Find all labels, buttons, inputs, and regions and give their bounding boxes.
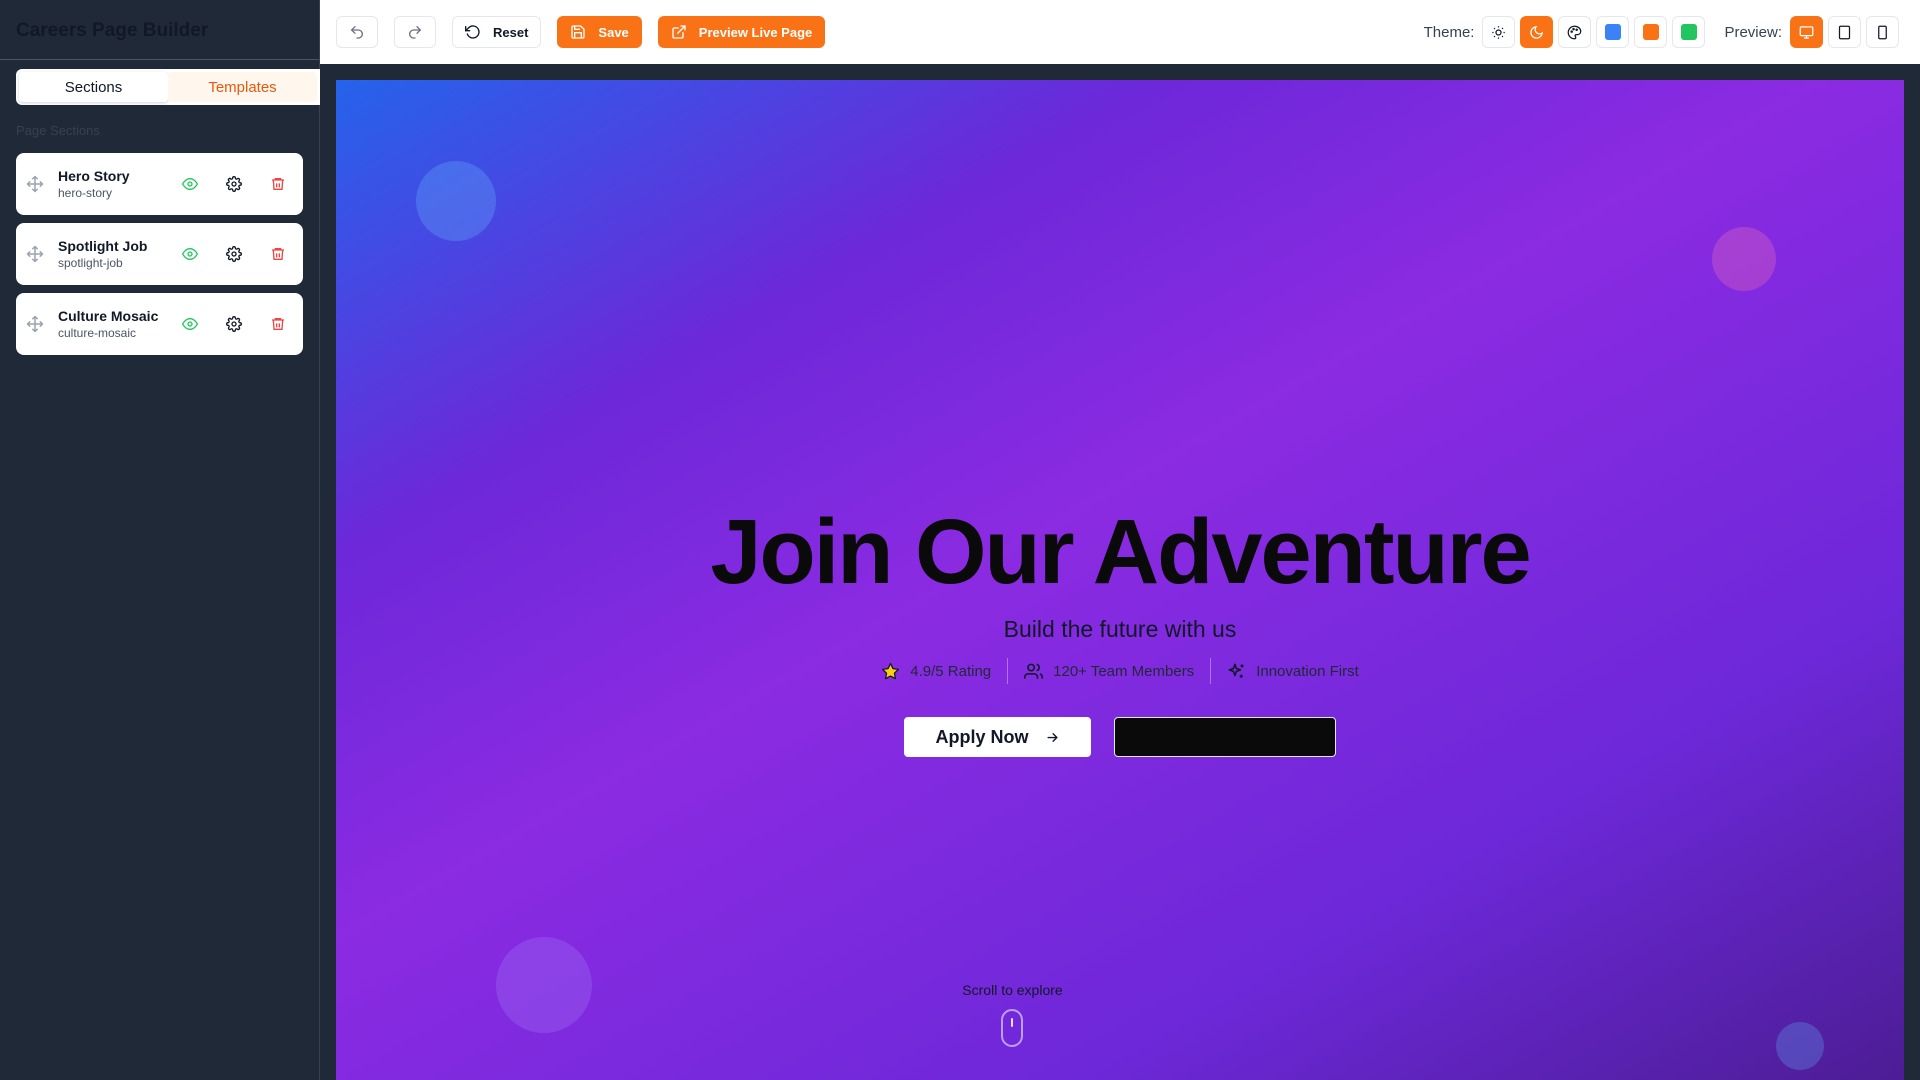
app-title: Careers Page Builder (16, 20, 209, 41)
arrow-right-icon (1046, 732, 1058, 742)
palette-icon (1568, 25, 1582, 39)
eye-icon (182, 177, 198, 191)
undo-icon (350, 26, 363, 39)
preview-label: Preview: (1724, 23, 1782, 41)
preview-tablet-button[interactable] (1828, 16, 1861, 48)
reset-button[interactable]: Reset (452, 16, 542, 48)
star-icon (882, 662, 900, 679)
decorative-bubble (496, 937, 592, 1033)
decorative-bubble (416, 161, 496, 241)
trash-icon (272, 318, 284, 330)
save-icon (571, 25, 586, 39)
tablet-icon (1838, 25, 1851, 39)
swatch-orange (1642, 24, 1659, 40)
undo-button[interactable] (336, 16, 378, 48)
redo-button[interactable] (394, 16, 436, 48)
reset-label: Reset (493, 24, 529, 40)
section-slug: culture-mosaic (58, 325, 137, 340)
decorative-bubble (1712, 227, 1776, 291)
smartphone-icon (1878, 25, 1887, 39)
save-button[interactable]: Save (557, 16, 642, 48)
save-label: Save (598, 24, 629, 40)
mouse-wheel (1011, 1018, 1013, 1027)
hero-title: Join Our Adventure (710, 501, 1531, 603)
section-settings-button[interactable] (219, 239, 249, 269)
trash-icon (272, 248, 284, 260)
redo-icon (409, 26, 422, 39)
toggle-visibility-button[interactable] (175, 169, 205, 199)
section-slug: spotlight-job (58, 255, 123, 270)
tab-sections[interactable]: Sections (19, 72, 168, 102)
preview-canvas: Join Our Adventure Build the future with… (336, 80, 1904, 1080)
section-settings-button[interactable] (219, 169, 249, 199)
section-text: Hero Story hero-story (58, 168, 161, 201)
gear-icon (226, 316, 242, 332)
stat-innovation-text: Innovation First (1256, 662, 1359, 680)
section-list: Hero Story hero-story Spotlight Job spot… (16, 153, 303, 363)
color-swatch-orange[interactable] (1634, 16, 1668, 48)
preview-live-page-button[interactable]: Preview Live Page (657, 16, 826, 48)
toolbar: Reset Save Preview Live Page Theme: Prev… (320, 0, 1920, 64)
apply-now-button[interactable]: Apply Now (904, 717, 1091, 757)
page-sections-heading: Page Sections (16, 123, 100, 138)
delete-section-button[interactable] (263, 239, 293, 269)
toggle-visibility-button[interactable] (175, 309, 205, 339)
theme-light-button[interactable] (1482, 16, 1516, 48)
theme-palette-button[interactable] (1558, 16, 1592, 48)
mouse-scroll-icon (1001, 1009, 1023, 1047)
monitor-icon (1799, 25, 1814, 39)
section-name: Culture Mosaic (58, 307, 159, 324)
theme-label: Theme: (1423, 23, 1475, 41)
section-item-culture-mosaic[interactable]: Culture Mosaic culture-mosaic (16, 293, 303, 355)
drag-handle-icon[interactable] (26, 245, 44, 263)
section-settings-button[interactable] (219, 309, 249, 339)
gear-icon (226, 176, 242, 192)
stat-innovation: Innovation First (1211, 658, 1375, 684)
stat-team: 120+ Team Members (1008, 658, 1210, 684)
scroll-hint: Scroll to explore (962, 982, 1063, 998)
eye-icon (182, 247, 198, 261)
section-item-hero-story[interactable]: Hero Story hero-story (16, 153, 303, 215)
section-text: Spotlight Job spotlight-job (58, 238, 161, 271)
hero-subtitle: Build the future with us (1003, 616, 1237, 642)
apply-now-label: Apply Now (935, 726, 1029, 747)
color-swatch-green[interactable] (1672, 16, 1706, 48)
drag-handle-icon[interactable] (26, 315, 44, 333)
delete-section-button[interactable] (263, 169, 293, 199)
color-swatch-blue[interactable] (1596, 16, 1630, 48)
stat-rating: 4.9/5 Rating (865, 658, 1007, 684)
delete-section-button[interactable] (263, 309, 293, 339)
section-name: Spotlight Job (58, 237, 148, 254)
preview-live-page-label: Preview Live Page (698, 24, 813, 40)
sidebar-header: Careers Page Builder (0, 0, 319, 60)
theme-dark-button[interactable] (1520, 16, 1554, 48)
eye-icon (182, 317, 198, 331)
swatch-green (1680, 24, 1697, 40)
rotate-ccw-icon (465, 25, 480, 39)
swatch-blue (1604, 24, 1621, 40)
sidebar-tabs: Sections Templates (16, 69, 320, 105)
decorative-bubble (1776, 1022, 1824, 1070)
section-slug: hero-story (58, 185, 113, 200)
external-link-icon (672, 25, 686, 39)
toggle-visibility-button[interactable] (175, 239, 205, 269)
secondary-cta-button[interactable] (1114, 717, 1336, 757)
sun-icon (1492, 25, 1506, 39)
section-item-spotlight-job[interactable]: Spotlight Job spotlight-job (16, 223, 303, 285)
hero-stats: 4.9/5 Rating 120+ Team Members Innovatio… (336, 658, 1904, 684)
preview-mobile-button[interactable] (1866, 16, 1899, 48)
preview-desktop-button[interactable] (1790, 16, 1823, 48)
moon-icon (1530, 25, 1544, 39)
gear-icon (226, 246, 242, 262)
section-name: Hero Story (58, 167, 130, 184)
sidebar: Careers Page Builder Sections Templates … (0, 0, 320, 1080)
section-text: Culture Mosaic culture-mosaic (58, 308, 161, 341)
sparkles-icon (1228, 663, 1244, 678)
stat-team-text: 120+ Team Members (1053, 662, 1195, 680)
trash-icon (272, 178, 284, 190)
users-icon (1024, 663, 1044, 679)
stat-rating-text: 4.9/5 Rating (910, 662, 992, 680)
tab-templates[interactable]: Templates (168, 72, 317, 102)
drag-handle-icon[interactable] (26, 175, 44, 193)
